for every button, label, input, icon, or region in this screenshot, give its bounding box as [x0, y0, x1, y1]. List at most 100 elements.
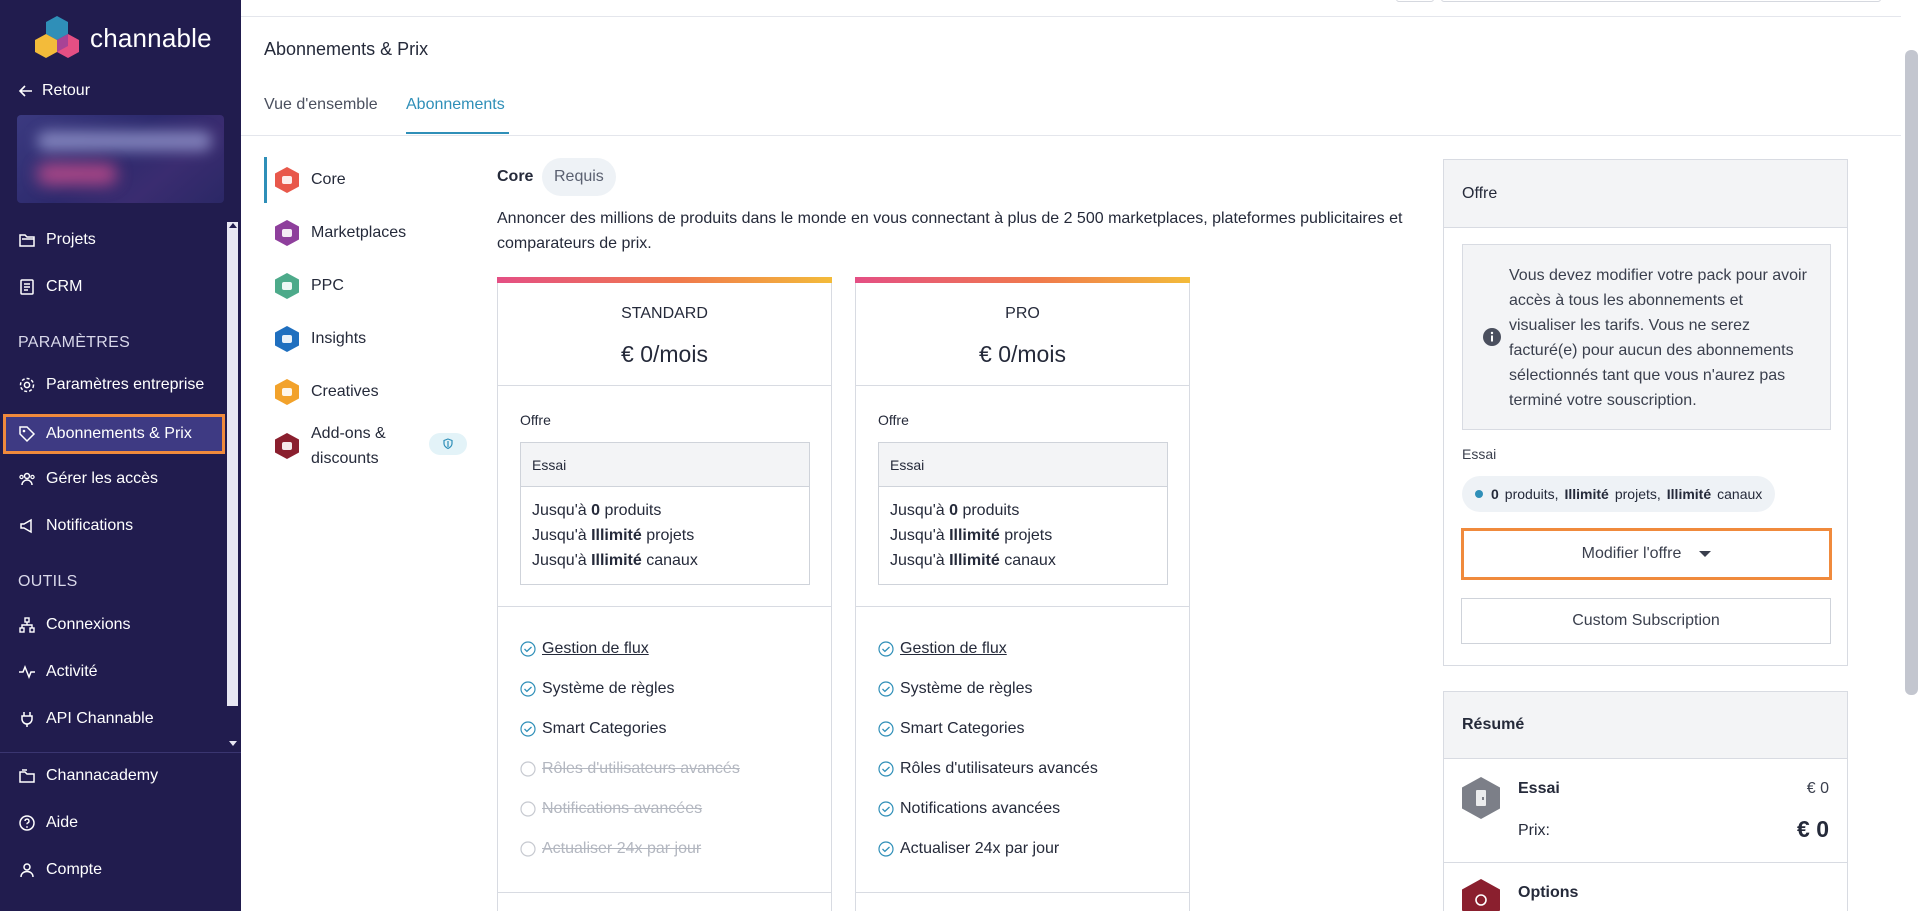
- sidebar-item-crm[interactable]: CRM: [0, 268, 225, 306]
- feature-item[interactable]: Gestion de flux: [520, 640, 649, 658]
- back-link[interactable]: Retour: [18, 82, 90, 100]
- check-circle-icon: [878, 801, 894, 817]
- channable-logo-icon: [35, 16, 79, 58]
- summary-item-name: Essai: [1518, 780, 1560, 797]
- plan-card-standard[interactable]: STANDARD € 0/mois Offre Essai Jusqu'à 0 …: [497, 277, 832, 911]
- subnav-label-line1: Add-ons &: [311, 425, 386, 442]
- plan-name: PRO: [1005, 305, 1040, 322]
- subnav-item-marketplaces[interactable]: Marketplaces: [275, 220, 406, 246]
- sidebar-item-label: CRM: [46, 278, 83, 295]
- subnav-item-core[interactable]: Core: [275, 167, 346, 193]
- shield-badge: [429, 433, 467, 455]
- sidebar-item-aide[interactable]: Aide: [0, 804, 225, 842]
- essai-label: Essai: [1462, 446, 1497, 462]
- subnav-label: PPC: [311, 277, 344, 294]
- check-circle-icon: [878, 761, 894, 777]
- section-outils: OUTILS: [18, 573, 78, 590]
- topbar-search[interactable]: [1441, 0, 1881, 2]
- options-icon: [1462, 879, 1500, 911]
- feature-item: Rôles d'utilisateurs avancés: [878, 760, 1098, 778]
- sidebar-item-gerer-acces[interactable]: Gérer les accès: [0, 460, 225, 498]
- summary-panel: Résumé Essai € 0 Prix: € 0 Options: [1443, 691, 1848, 911]
- summary-item-name: Options: [1518, 884, 1579, 901]
- modify-offer-button[interactable]: Modifier l'offre: [1461, 528, 1832, 580]
- section-description: Annoncer des millions de produits dans l…: [497, 210, 1403, 252]
- required-badge: Requis: [542, 158, 616, 196]
- empty-circle-icon: [520, 801, 536, 817]
- users-icon: [19, 472, 35, 486]
- main-scrollbar[interactable]: [1905, 50, 1918, 695]
- subnav-label: Core: [311, 171, 346, 188]
- subnav-item-creatives[interactable]: Creatives: [275, 379, 379, 405]
- channable-logo[interactable]: channable: [34, 16, 212, 60]
- summary-price-label: Prix:: [1518, 822, 1550, 839]
- info-icon: [1483, 328, 1501, 346]
- tab-abonnements[interactable]: Abonnements: [406, 96, 505, 114]
- status-dot: [1475, 490, 1483, 498]
- megaphone-icon: [20, 518, 32, 534]
- check-circle-icon: [878, 721, 894, 737]
- account-switcher[interactable]: [17, 115, 224, 203]
- insights-icon: [275, 326, 299, 352]
- feature-item: Notifications avancées: [520, 800, 702, 818]
- subnav-item-ppc[interactable]: PPC: [275, 273, 344, 299]
- check-circle-icon: [520, 641, 536, 657]
- empty-circle-icon: [520, 841, 536, 857]
- network-icon: [19, 617, 35, 633]
- sidebar-item-projets[interactable]: Projets: [0, 221, 225, 259]
- tab-vue-ensemble[interactable]: Vue d'ensemble: [264, 96, 378, 114]
- feature-item[interactable]: Gestion de flux: [878, 640, 1007, 658]
- feature-item: Smart Categories: [520, 720, 667, 738]
- scroll-up-arrow-icon[interactable]: [229, 223, 237, 228]
- subnav-item-insights[interactable]: Insights: [275, 326, 366, 352]
- modify-offer-label: Modifier l'offre: [1581, 545, 1682, 562]
- check-circle-icon: [520, 721, 536, 737]
- sidebar-item-label: Channacademy: [46, 767, 159, 784]
- sidebar-item-connexions[interactable]: Connexions: [0, 606, 225, 644]
- sidebar-item-label: Gérer les accès: [46, 470, 159, 487]
- sidebar-item-compte[interactable]: Compte: [0, 851, 225, 889]
- subnav-label: Marketplaces: [311, 224, 407, 241]
- plan-offre-label: Offre: [878, 412, 909, 428]
- plan-offre-title: Essai: [521, 443, 809, 487]
- core-icon: [275, 167, 299, 193]
- feature-item: Actualiser 24x par jour: [520, 840, 701, 858]
- plan-offre-box: Essai Jusqu'à 0 produits Jusqu'à Illimit…: [878, 442, 1168, 585]
- offer-panel-title: Offre: [1444, 160, 1847, 228]
- sidebar-item-label: Connexions: [46, 616, 131, 633]
- sidebar-item-abonnements-prix[interactable]: Abonnements & Prix: [3, 414, 225, 454]
- check-circle-icon: [878, 841, 894, 857]
- sidebar-item-channacademy[interactable]: Channacademy: [0, 757, 225, 795]
- sidebar-scrollbar[interactable]: [227, 222, 238, 706]
- limit-channels: Jusqu'à Illimité canaux: [890, 552, 1056, 569]
- limit-projects: Jusqu'à Illimité projets: [532, 527, 695, 544]
- subnav-active-indicator: [264, 157, 267, 203]
- subnav-label-line2: discounts: [311, 450, 379, 467]
- summary-price: € 0: [1797, 816, 1829, 842]
- check-circle-icon: [878, 641, 894, 657]
- sidebar-item-api-channable[interactable]: API Channable: [0, 700, 225, 738]
- subnav-item-addons-discounts[interactable]: Add-ons & discounts: [275, 421, 386, 471]
- sidebar-item-notifications[interactable]: Notifications: [0, 507, 225, 545]
- summary-item-value: € 0: [1806, 780, 1829, 797]
- plan-offre-label: Offre: [520, 412, 551, 428]
- scroll-down-arrow-icon[interactable]: [229, 741, 237, 746]
- feature-item: Smart Categories: [878, 720, 1025, 738]
- limit-channels: Jusqu'à Illimité canaux: [532, 552, 698, 569]
- logo-text: channable: [90, 22, 212, 53]
- limit-products: Jusqu'à 0 produits: [532, 502, 662, 519]
- sidebar-item-activite[interactable]: Activité: [0, 653, 225, 691]
- crm-icon: [20, 279, 34, 295]
- sidebar-item-label: Aide: [46, 814, 79, 831]
- sidebar-item-label: Activité: [46, 663, 98, 680]
- info-message: Vous devez modifier votre pack pour avoi…: [1462, 244, 1831, 430]
- topbar-button[interactable]: [1396, 0, 1434, 2]
- plan-card-pro[interactable]: PRO € 0/mois Offre Essai Jusqu'à 0 produ…: [855, 277, 1190, 911]
- projects-icon: [19, 234, 35, 247]
- check-circle-icon: [878, 681, 894, 697]
- sidebar: channable Retour Projets CRM PARAMÈTRES …: [0, 0, 241, 911]
- sidebar-item-parametres-entreprise[interactable]: Paramètres entreprise: [0, 366, 225, 404]
- custom-subscription-button[interactable]: Custom Subscription: [1461, 598, 1831, 644]
- section-title: Core: [497, 168, 534, 185]
- shield-icon: [443, 438, 453, 450]
